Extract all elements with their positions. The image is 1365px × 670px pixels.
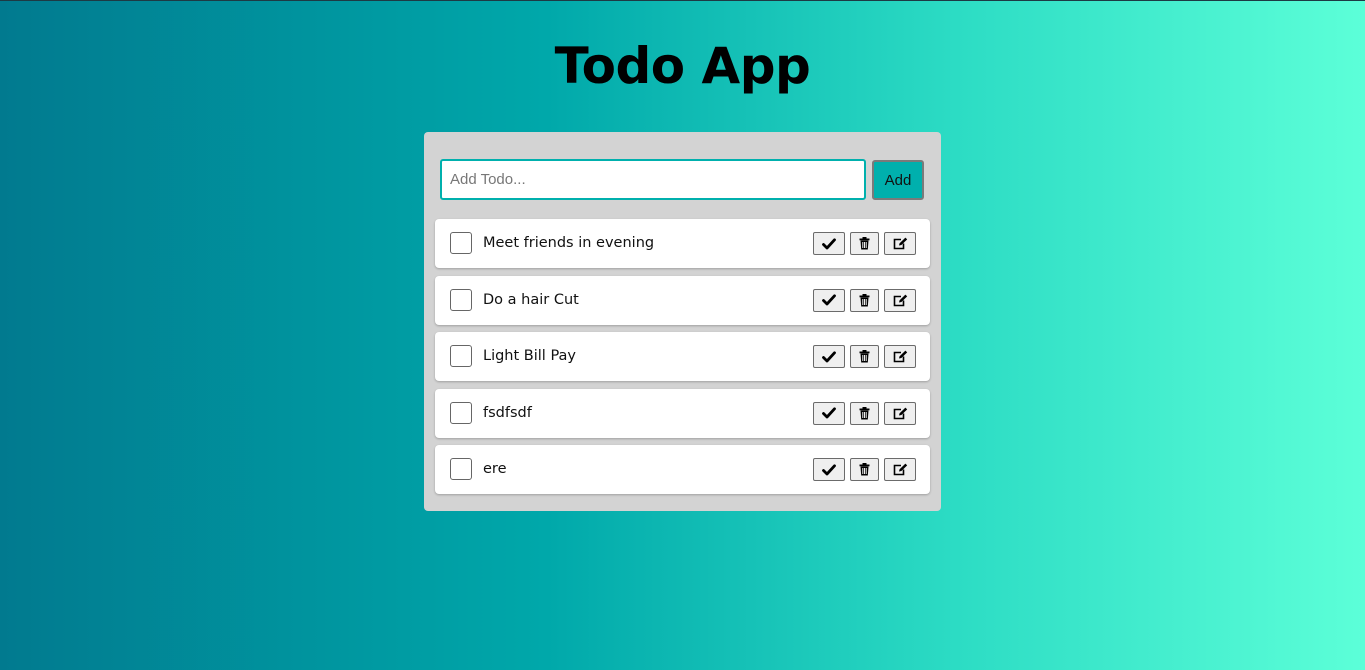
todo-actions (813, 232, 916, 255)
complete-button[interactable] (813, 345, 845, 368)
complete-button[interactable] (813, 458, 845, 481)
todo-text: Meet friends in evening (483, 235, 655, 251)
todo-actions (813, 288, 916, 312)
todo-checkbox[interactable] (450, 345, 472, 367)
todo-text: ere (483, 461, 507, 477)
complete-button[interactable] (813, 232, 845, 255)
trash-icon (859, 463, 870, 476)
edit-button[interactable] (884, 232, 916, 255)
edit-icon (893, 463, 907, 476)
todo-text: fsdfsdf (483, 404, 532, 421)
delete-button[interactable] (850, 401, 879, 425)
edit-icon (893, 350, 907, 363)
edit-button[interactable] (884, 345, 916, 368)
edit-button[interactable] (884, 288, 916, 312)
todo-checkbox[interactable] (450, 232, 472, 254)
check-icon (822, 237, 836, 249)
todo-item: Do a hair Cut (435, 275, 930, 325)
todo-item: ere (435, 445, 930, 494)
complete-button[interactable] (813, 401, 845, 425)
todo-text: Light Bill Pay (483, 348, 576, 364)
todo-text: Do a hair Cut (483, 291, 579, 308)
trash-icon (859, 237, 870, 250)
check-icon (822, 463, 836, 475)
check-icon (822, 350, 836, 362)
todo-actions (813, 458, 916, 481)
todo-item: fsdfsdf (435, 388, 930, 438)
trash-icon (859, 406, 870, 419)
todo-panel: Add Meet friends in evening Do a hair Cu… (424, 132, 941, 511)
trash-icon (859, 350, 870, 363)
check-icon (822, 294, 836, 306)
edit-icon (893, 237, 907, 250)
add-todo-input[interactable] (440, 159, 866, 200)
todo-actions (813, 345, 916, 368)
edit-button[interactable] (884, 458, 916, 481)
check-icon (822, 407, 836, 419)
todo-list: Meet friends in evening Do a hair Cut Li… (435, 219, 930, 502)
delete-button[interactable] (850, 232, 879, 255)
delete-button[interactable] (850, 458, 879, 481)
delete-button[interactable] (850, 288, 879, 312)
todo-item: Meet friends in evening (435, 219, 930, 268)
edit-icon (893, 407, 907, 419)
edit-button[interactable] (884, 401, 916, 425)
trash-icon (859, 293, 870, 306)
add-button[interactable]: Add (872, 160, 924, 200)
todo-checkbox[interactable] (450, 288, 472, 311)
delete-button[interactable] (850, 345, 879, 368)
edit-icon (893, 294, 907, 306)
todo-item: Light Bill Pay (435, 332, 930, 381)
todo-actions (813, 401, 916, 425)
todo-checkbox[interactable] (450, 458, 472, 480)
todo-checkbox[interactable] (450, 401, 472, 424)
complete-button[interactable] (813, 288, 845, 312)
page-title: Todo App (554, 37, 811, 95)
